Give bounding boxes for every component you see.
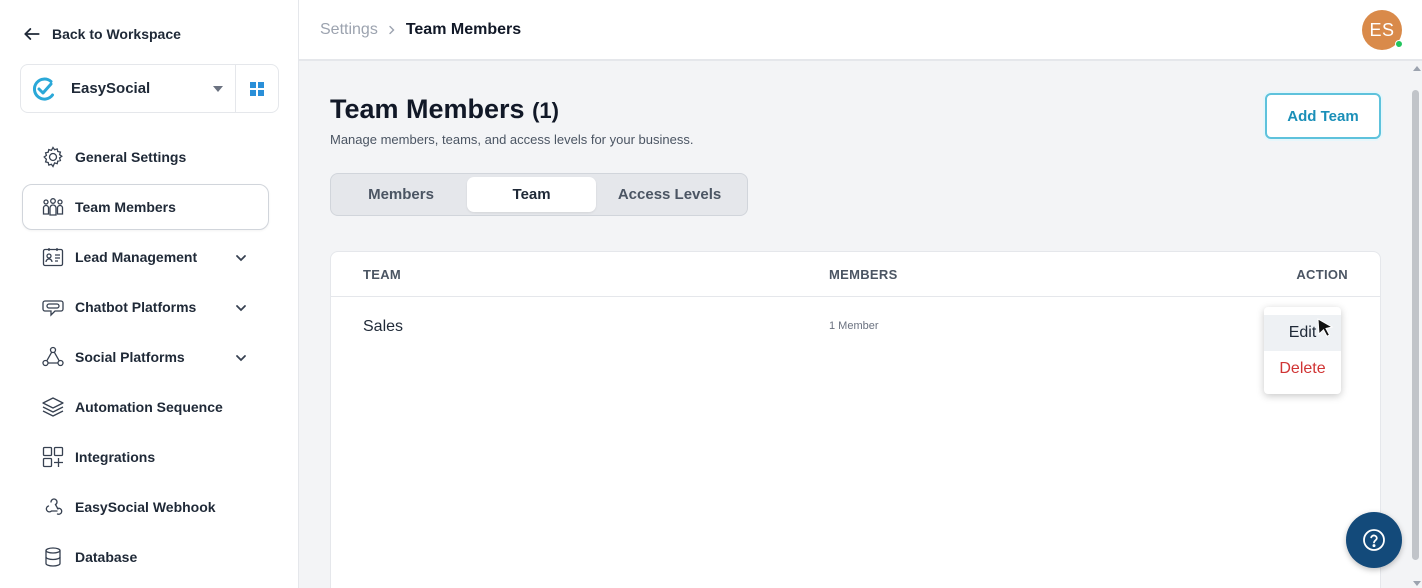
scroll-up-arrow-icon[interactable] [1413,66,1421,71]
tab-team[interactable]: Team [467,177,597,212]
webhook-icon [41,495,65,519]
back-to-workspace-label: Back to Workspace [52,26,181,42]
id-card-icon [41,245,65,269]
header-divider [331,296,1380,297]
sidebar-item-label: General Settings [75,149,187,165]
sidebar-item-easysocial-webhook[interactable]: EasySocial Webhook [22,484,269,530]
sidebar-item-label: Integrations [75,449,156,465]
chevron-right-icon [387,22,397,38]
sidebar-item-label: Chatbot Platforms [75,299,197,315]
sidebar-item-automation-sequence[interactable]: Automation Sequence [22,384,269,430]
tab-access-levels[interactable]: Access Levels [596,177,743,212]
page-title-count: (1) [532,98,559,123]
scroll-thumb[interactable] [1412,90,1419,560]
cell-team-name: Sales [363,318,404,335]
layers-icon [41,395,65,419]
share-icon [41,345,65,369]
tab-members[interactable]: Members [335,177,467,212]
sidebar-item-integrations[interactable]: Integrations [22,434,269,480]
delete-menu-item[interactable]: Delete [1264,351,1341,387]
settings-nav: General Settings Team Members Lead Manag… [22,134,269,584]
page-subtitle: Manage members, teams, and access levels… [330,132,694,147]
column-header-members: MEMBERS [829,267,898,282]
sidebar-item-label: Social Platforms [75,349,185,365]
workspace-name: EasySocial [71,80,151,97]
sidebar-item-social-platforms[interactable]: Social Platforms [22,334,269,380]
easysocial-logo-icon [31,76,57,102]
sidebar: Back to Workspace EasySocial General Set… [0,0,299,588]
teams-table: TEAM MEMBERS ACTION Sales 1 Member [330,251,1381,588]
breadcrumb: Settings Team Members [320,21,521,39]
sidebar-item-label: Automation Sequence [75,399,223,415]
help-button[interactable] [1346,512,1402,568]
sidebar-item-label: Database [75,549,138,565]
chevron-down-icon [236,305,246,312]
breadcrumb-settings[interactable]: Settings [320,21,378,39]
page-title: Team Members (1) [330,94,559,125]
back-to-workspace-link[interactable]: Back to Workspace [22,24,181,44]
apps-grid-button[interactable] [236,65,278,112]
sidebar-item-general-settings[interactable]: General Settings [22,134,269,180]
sidebar-item-label: Team Members [75,199,176,215]
cell-member-count: 1 Member [829,320,879,332]
tab-bar: Members Team Access Levels [330,173,748,216]
database-icon [41,545,65,569]
chevron-down-icon [236,255,246,262]
column-header-team: TEAM [363,267,402,282]
mouse-cursor-icon [1317,318,1334,337]
online-status-dot [1395,40,1403,48]
avatar-initials: ES [1369,19,1395,40]
question-circle-icon [1363,529,1385,551]
column-header-action: ACTION [1296,267,1348,282]
scroll-down-arrow-icon[interactable] [1413,581,1421,586]
breadcrumb-current: Team Members [405,21,522,38]
sidebar-item-database[interactable]: Database [22,534,269,580]
sidebar-item-label: EasySocial Webhook [75,499,216,515]
top-header: Settings Team Members ES [299,0,1422,61]
sidebar-item-lead-management[interactable]: Lead Management [22,234,269,280]
sidebar-item-chatbot-platforms[interactable]: Chatbot Platforms [22,284,269,330]
user-avatar[interactable]: ES [1362,10,1403,50]
sidebar-item-team-members[interactable]: Team Members [22,184,269,230]
team-icon [41,195,65,219]
caret-down-icon [213,86,223,92]
apps-icon [41,445,65,469]
workspace-switcher: EasySocial [20,64,279,113]
gear-icon [41,145,65,169]
page-title-text: Team Members [330,94,525,124]
arrow-left-icon [24,28,40,40]
chevron-down-icon [236,355,246,362]
grid-icon [250,81,264,96]
vertical-scrollbar[interactable] [1410,62,1422,588]
chatbot-icon [41,295,65,319]
add-team-button[interactable]: Add Team [1265,93,1381,139]
workspace-dropdown[interactable]: EasySocial [21,65,236,112]
sidebar-item-label: Lead Management [75,249,198,265]
